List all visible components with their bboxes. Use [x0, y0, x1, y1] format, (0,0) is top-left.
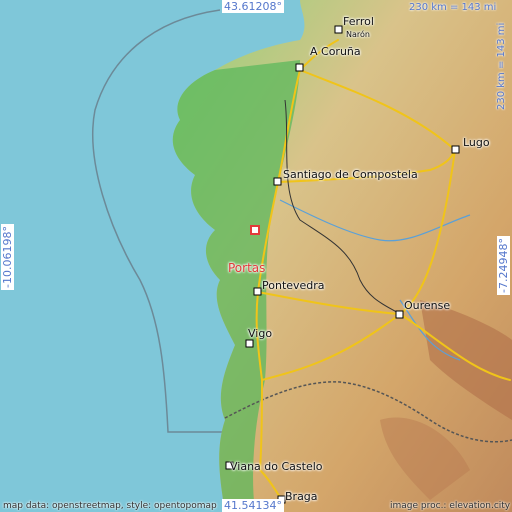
label-braga[interactable]: Braga	[285, 491, 318, 502]
label-viana[interactable]: Viana do Castelo	[230, 461, 323, 472]
label-ourense[interactable]: Ourense	[404, 300, 450, 311]
city-marker-lugo	[451, 145, 460, 154]
map-canvas[interactable]: Ferrol Narón A Coruña Lugo Santiago de C…	[0, 0, 512, 512]
label-vigo[interactable]: Vigo	[248, 328, 272, 339]
coord-bottom: 41.54134°	[222, 499, 284, 512]
map-relief	[0, 0, 512, 512]
coord-right: -7.24948°	[497, 236, 510, 295]
city-marker-santiago	[273, 177, 282, 186]
city-marker-vigo	[245, 339, 254, 348]
label-ferrol[interactable]: Ferrol	[343, 16, 374, 27]
target-marker-portas	[250, 225, 260, 235]
label-naron[interactable]: Narón	[346, 31, 370, 39]
label-a-coruna[interactable]: A Coruña	[310, 46, 361, 57]
city-marker-pontevedra	[253, 287, 262, 296]
footer-attribution: map data: openstreetmap, style: opentopo…	[3, 501, 217, 511]
coord-top: 43.61208°	[222, 0, 284, 13]
city-marker-coruna	[295, 63, 304, 72]
label-pontevedra[interactable]: Pontevedra	[262, 280, 325, 291]
city-marker-ourense	[395, 310, 404, 319]
scale-right: 230 km = 143 mi	[496, 22, 507, 110]
footer-credit: image proc.: elevation.city	[390, 501, 511, 511]
label-lugo[interactable]: Lugo	[463, 137, 490, 148]
label-santiago[interactable]: Santiago de Compostela	[283, 169, 418, 180]
scale-top: 230 km = 143 mi	[409, 2, 497, 13]
coord-left: -10.06198°	[1, 224, 14, 290]
label-portas[interactable]: Portas	[228, 262, 265, 274]
city-marker-ferrol	[334, 25, 343, 34]
